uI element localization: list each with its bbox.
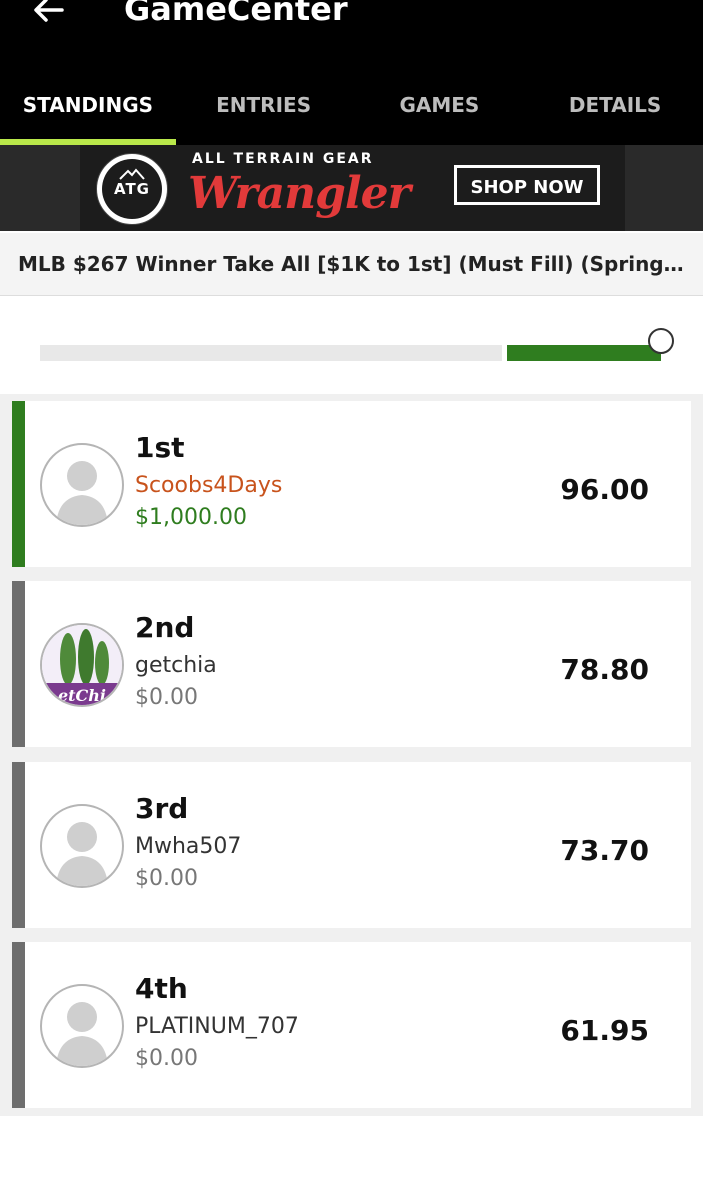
default-avatar-icon [40,804,124,888]
standings-list: 1st Scoobs4Days $1,000.00 96.00 etChi 2n… [0,394,703,1116]
page-title: GameCenter [124,0,348,28]
progress-fill [507,345,661,361]
fantasy-points: 96.00 [560,473,649,506]
contest-title: MLB $267 Winner Take All [$1K to 1st] (M… [18,252,688,276]
rank-label: 1st [135,431,185,464]
contest-progress [0,303,703,393]
rank-accent-bar [12,762,25,928]
fantasy-points: 61.95 [560,1014,649,1047]
rank-label: 4th [135,972,188,1005]
prize-amount: $0.00 [135,685,198,710]
ad-content: ATG ALL TERRAIN GEAR Wrangler SHOP NOW [80,145,625,231]
atg-logo: ATG [96,153,168,225]
tab-bar: STANDINGS ENTRIES GAMES DETAILS [0,78,703,142]
ad-brand-name: Wrangler [188,168,411,219]
username: Scoobs4Days [135,473,283,498]
svg-text:etChi: etChi [58,686,106,705]
rank-label: 2nd [135,611,195,644]
custom-avatar: etChi [40,623,124,707]
prize-amount: $0.00 [135,1046,198,1071]
standing-row[interactable]: etChi 2nd getchia $0.00 78.80 [12,581,691,747]
username: Mwha507 [135,834,242,859]
standing-row[interactable]: 1st Scoobs4Days $1,000.00 96.00 [12,401,691,567]
rank-accent-bar [12,401,25,567]
fantasy-points: 78.80 [560,653,649,686]
tab-games[interactable]: GAMES [352,78,528,142]
tab-entries[interactable]: ENTRIES [176,78,352,142]
shop-now-button[interactable]: SHOP NOW [454,165,600,205]
prize-amount: $1,000.00 [135,505,247,530]
rank-label: 3rd [135,792,189,825]
standing-row[interactable]: 4th PLATINUM_707 $0.00 61.95 [12,942,691,1108]
prize-amount: $0.00 [135,866,198,891]
ad-banner[interactable]: ATG ALL TERRAIN GEAR Wrangler SHOP NOW [0,145,703,231]
app-header: GameCenter STANDINGS ENTRIES GAMES DETAI… [0,0,703,145]
fantasy-points: 73.70 [560,834,649,867]
mountain-icon [119,168,145,180]
back-button[interactable] [28,0,68,26]
progress-track [40,345,502,361]
default-avatar-icon [40,984,124,1068]
contest-header: MLB $267 Winner Take All [$1K to 1st] (M… [0,233,703,296]
rank-accent-bar [12,942,25,1108]
atg-logo-text: ATG [114,180,150,198]
standing-row[interactable]: 3rd Mwha507 $0.00 73.70 [12,762,691,928]
rank-accent-bar [12,581,25,747]
username: getchia [135,653,217,678]
arrow-left-icon [34,0,64,22]
ad-tagline: ALL TERRAIN GEAR [192,151,374,167]
progress-handle[interactable] [648,328,674,354]
tab-standings[interactable]: STANDINGS [0,78,176,142]
default-avatar-icon [40,443,124,527]
username: PLATINUM_707 [135,1014,299,1039]
tab-details[interactable]: DETAILS [527,78,703,142]
